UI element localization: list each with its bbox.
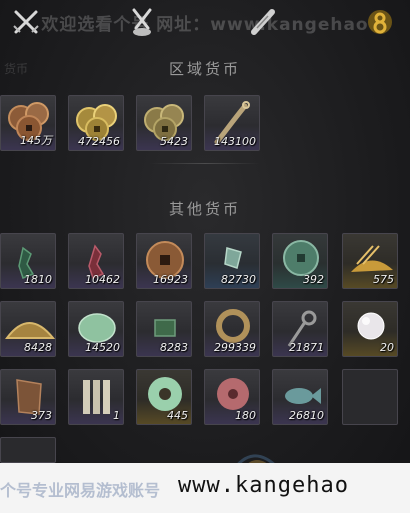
currency-slot[interactable]: 1: [68, 369, 124, 425]
currency-slot[interactable]: 180: [204, 369, 260, 425]
currency-count: 143100: [214, 135, 256, 148]
currency-slot[interactable]: 472456: [68, 95, 124, 151]
currency-count: 16923: [153, 273, 188, 286]
currency-slot[interactable]: 5423: [136, 95, 192, 151]
currency-slot[interactable]: 299339: [204, 301, 260, 357]
currency-slot[interactable]: 373: [0, 369, 56, 425]
currency-slot[interactable]: 10462: [68, 233, 124, 289]
currency-count: 299339: [214, 341, 256, 354]
currency-count: 373: [31, 409, 52, 422]
crossed-swords-icon[interactable]: [10, 6, 42, 38]
currency-slot[interactable]: 16923: [136, 233, 192, 289]
gold-ingot-icon[interactable]: [364, 6, 396, 38]
currency-count: 575: [373, 273, 394, 286]
currency-slot[interactable]: 14520: [68, 301, 124, 357]
section-title-regional: 区域货币: [168, 60, 241, 78]
scroll-icon[interactable]: [248, 6, 280, 38]
currency-slot[interactable]: 392: [272, 233, 328, 289]
currency-slot[interactable]: 8283: [136, 301, 192, 357]
currency-count: 472456: [78, 135, 120, 148]
currency-count: 14520: [85, 341, 120, 354]
currency-slot[interactable]: 143100: [204, 95, 260, 151]
empty-slot: [342, 369, 398, 425]
currency-count: 10462: [85, 273, 120, 286]
currency-slot[interactable]: 21871: [272, 301, 328, 357]
currency-count: 1810: [24, 273, 52, 286]
top-bar: 欢迎选看个号 网址：www.kangehao: [0, 0, 410, 48]
watermark-text: 欢迎选看个号 网址：www.kangehao: [41, 15, 369, 35]
currency-slot[interactable]: 145万: [0, 95, 56, 151]
currency-slot[interactable]: 445: [136, 369, 192, 425]
currency-count: 82730: [221, 273, 256, 286]
currency-count: 1: [113, 409, 120, 422]
currency-count: 21871: [289, 341, 324, 354]
currency-slot[interactable]: 82730: [204, 233, 260, 289]
divider: [150, 163, 260, 164]
currency-count: 8428: [24, 341, 52, 354]
currency-count: 5423: [160, 135, 188, 148]
currency-slot[interactable]: 26810: [272, 369, 328, 425]
currency-slot[interactable]: 575: [342, 233, 398, 289]
empty-slot: [0, 437, 56, 463]
currency-slot[interactable]: 20: [342, 301, 398, 357]
crossed-weapons-icon[interactable]: [126, 6, 158, 38]
currency-count: 180: [235, 409, 256, 422]
currency-count: 8283: [160, 341, 188, 354]
section-title-other: 其他货币: [168, 200, 241, 218]
banner-url: www.kangehao: [178, 473, 349, 498]
currency-count: 392: [303, 273, 324, 286]
currency-count: 20: [380, 341, 394, 354]
banner-slogan: 个号专业网易游戏账号: [0, 481, 161, 500]
currency-count: 145万: [20, 134, 52, 147]
currency-slot[interactable]: 8428: [0, 301, 56, 357]
currency-slot[interactable]: 1810: [0, 233, 56, 289]
currency-count: 445: [167, 409, 188, 422]
bottom-banner: 个号专业网易游戏账号 www.kangehao: [0, 463, 410, 513]
currency-count: 26810: [289, 409, 324, 422]
